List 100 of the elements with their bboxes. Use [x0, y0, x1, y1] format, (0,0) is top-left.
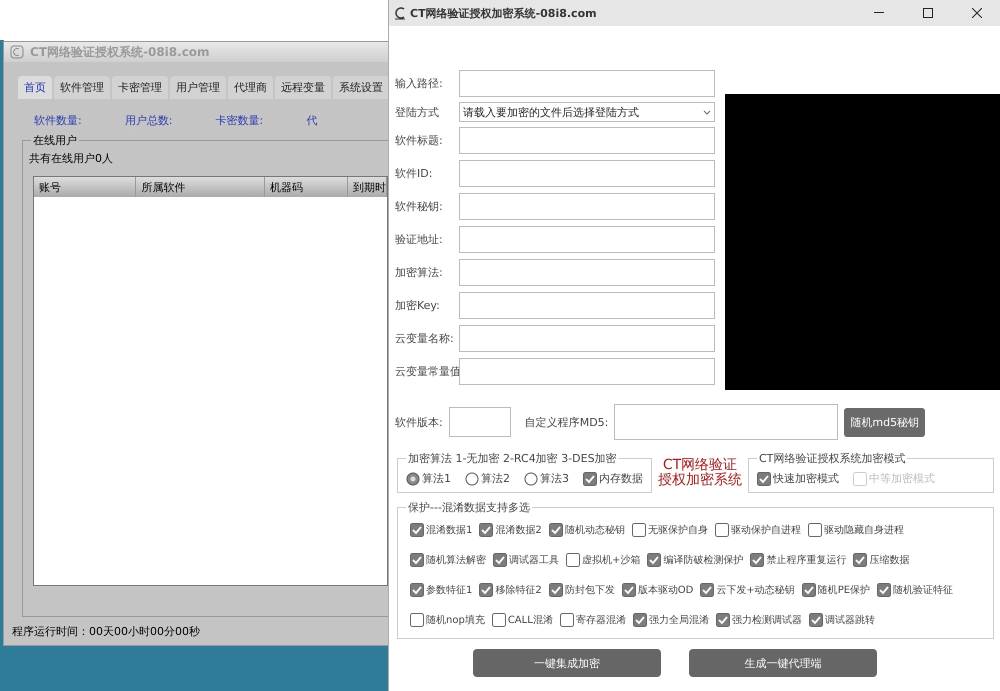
option-label: 防封包下发 — [564, 584, 615, 597]
option-label: 随机验证特征 — [893, 584, 954, 597]
option-label: 禁止程序重复运行 — [766, 554, 846, 567]
checkbox[interactable] — [853, 553, 868, 567]
field-label: 登陆方式 — [395, 104, 440, 120]
checkbox[interactable] — [410, 553, 424, 567]
checkbox[interactable] — [479, 523, 494, 537]
online-count: 共有在线用户0人 — [29, 151, 114, 166]
input-field[interactable] — [459, 259, 715, 286]
field-label: 输入路径: — [395, 76, 444, 91]
checkbox[interactable] — [548, 523, 563, 537]
close-icon[interactable] — [972, 8, 982, 18]
option-label: 随机PE保护 — [818, 584, 870, 597]
tab[interactable]: 用户管理 — [170, 76, 226, 99]
radio-button[interactable] — [524, 472, 538, 486]
runtime-status: 程序运行时间：00天00小时00分00秒 — [12, 624, 200, 638]
input-field[interactable] — [448, 407, 511, 437]
option-label: 强力全局混淆 — [648, 614, 709, 627]
input-field[interactable] — [459, 160, 715, 187]
tab[interactable]: 卡密管理 — [112, 76, 168, 99]
action-button[interactable]: 生成一键代理端 — [689, 649, 877, 677]
tab[interactable]: 软件管理 — [54, 76, 110, 99]
option-label: 混淆数据2 — [495, 524, 542, 537]
checkbox[interactable] — [716, 613, 730, 627]
checkbox[interactable] — [647, 553, 662, 567]
checkbox[interactable] — [410, 523, 424, 537]
field-label: 软件标题: — [395, 133, 444, 148]
option-label: 强力检测调试器 — [732, 614, 802, 627]
tab[interactable]: 首页 — [18, 76, 52, 99]
option-label: 参数特征1 — [426, 584, 472, 597]
input-field[interactable] — [459, 292, 715, 319]
option-label: 随机动态秘钥 — [564, 524, 625, 537]
field-label: 自定义程序MD5: — [524, 414, 608, 430]
input-field[interactable] — [459, 193, 715, 220]
checkbox[interactable] — [632, 613, 647, 627]
option-label: 版本驱动OD — [638, 584, 694, 597]
tab[interactable]: 远程变量 — [275, 76, 331, 99]
checkbox[interactable] — [410, 583, 424, 597]
maximize-icon[interactable] — [923, 8, 933, 18]
input-field[interactable] — [459, 70, 715, 97]
column-header[interactable]: 账号 — [34, 177, 136, 197]
field-label: 加密算法: — [395, 265, 444, 280]
radio-button[interactable] — [406, 472, 420, 486]
checkbox[interactable] — [750, 553, 764, 567]
input-field[interactable] — [459, 358, 715, 385]
group-title: CT网络验证授权系统加密模式 — [757, 451, 908, 466]
field-label: 软件秘钥: — [395, 199, 444, 214]
option-label: 调试器跳转 — [824, 614, 875, 627]
checkbox[interactable] — [757, 472, 771, 486]
minimize-icon[interactable] — [874, 12, 884, 14]
option-label: 寄存器混淆 — [576, 614, 626, 627]
checkbox[interactable] — [493, 553, 507, 567]
option-label: CALL混淆 — [508, 614, 553, 627]
checkbox[interactable] — [808, 613, 823, 627]
tab[interactable]: 系统设置 — [333, 76, 389, 99]
option-label: 云下发+动态秘钥 — [716, 584, 795, 597]
action-button[interactable]: 一键集成加密 — [473, 649, 661, 677]
tab[interactable]: 代理商 — [228, 76, 273, 99]
stat-label: 代 — [306, 113, 318, 128]
login-mode-dropdown[interactable]: 请载入要加密的文件后选择登陆方式 — [459, 102, 715, 122]
column-header[interactable]: 所属软件 — [136, 177, 265, 197]
checkbox[interactable] — [566, 553, 580, 567]
checkbox[interactable] — [479, 583, 494, 597]
input-field[interactable] — [614, 404, 838, 440]
brand-text: CT网络验证授权加密系统 — [658, 458, 742, 490]
checkbox[interactable] — [410, 613, 424, 627]
checkbox[interactable] — [583, 472, 597, 486]
stat-label: 用户总数: — [124, 113, 174, 128]
checkbox[interactable] — [560, 613, 574, 627]
window-title: CT网络验证授权加密系统-08i8.com — [410, 6, 597, 20]
checkbox[interactable] — [700, 583, 714, 597]
input-field[interactable] — [459, 226, 715, 253]
option-label: 随机算法解密 — [426, 554, 486, 567]
option-label: 虚拟机+沙箱 — [582, 554, 640, 567]
option-label: 快速加密模式 — [773, 471, 839, 486]
stat-label: 软件数量: — [34, 113, 83, 128]
option-label: 随机nop填充 — [426, 614, 485, 627]
input-field[interactable] — [459, 127, 715, 154]
checkbox[interactable] — [802, 583, 816, 597]
stat-label: 卡密数量: — [216, 113, 264, 128]
option-label: 内存数据 — [599, 471, 643, 486]
column-header[interactable]: 机器码 — [264, 177, 348, 197]
input-field[interactable] — [459, 325, 715, 352]
checkbox[interactable] — [622, 583, 636, 597]
option-label: 混淆数据1 — [426, 524, 472, 537]
checkbox[interactable] — [714, 523, 729, 537]
radio-button[interactable] — [465, 472, 479, 486]
column-header[interactable]: 到期时 — [348, 177, 387, 197]
option-label: 中等加密模式 — [869, 471, 935, 486]
checkbox[interactable] — [877, 583, 892, 597]
field-label: 云变量常量值 — [395, 364, 459, 379]
option-label: 编译防破检测保护 — [663, 554, 744, 567]
app-logo-icon — [10, 45, 24, 59]
group-title: 保护---混淆数据支持多选 — [406, 500, 532, 515]
checkbox[interactable] — [632, 523, 646, 537]
checkbox[interactable] — [492, 613, 506, 627]
checkbox[interactable] — [808, 523, 822, 537]
option-label: 算法3 — [540, 471, 569, 486]
random-md5-button[interactable]: 随机md5秘钥 — [844, 408, 926, 436]
checkbox[interactable] — [548, 583, 563, 597]
